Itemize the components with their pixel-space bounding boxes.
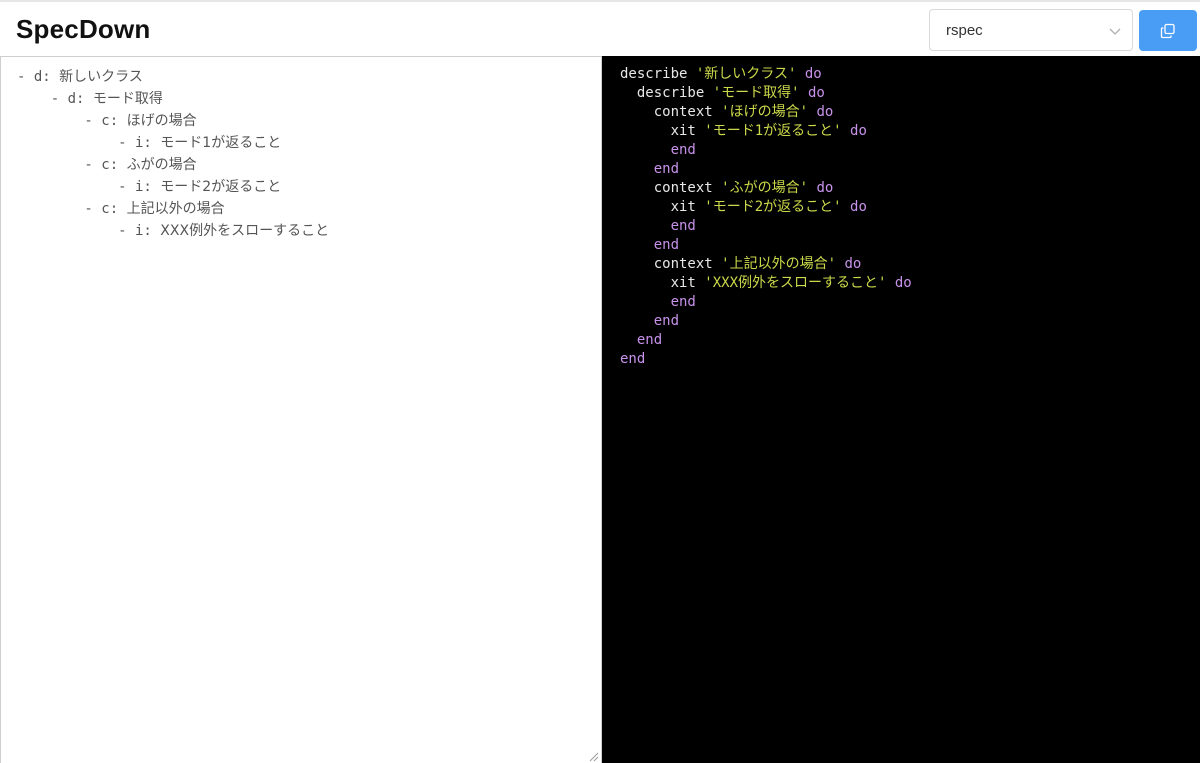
code-line: xit 'モード1が返ること' do	[620, 122, 912, 141]
code-keyword: context	[653, 180, 722, 196]
editor-line-label: モード2が返ること	[160, 179, 282, 195]
code-suffix: end	[653, 161, 680, 177]
code-line: xit 'モード2が返ること' do	[620, 198, 912, 217]
code-suffix: do	[808, 104, 834, 120]
editor-line: - i: モード2が返ること	[17, 176, 329, 198]
editor-line: - i: XXX例外をスローすること	[17, 220, 329, 242]
code-string: '上記以外の場合'	[721, 256, 837, 272]
code-line: describe '新しいクラス' do	[620, 65, 912, 84]
code-line: describe 'モード取得' do	[620, 84, 912, 103]
code-line: context 'ほげの場合' do	[620, 103, 912, 122]
code-keyword: describe	[620, 66, 696, 82]
format-select-value: rspec	[946, 22, 983, 39]
code-suffix: end	[670, 294, 696, 310]
code-string: 'モード取得'	[712, 85, 800, 101]
code-line: end	[620, 312, 912, 331]
code-suffix: do	[799, 85, 825, 101]
editor-line: - i: モード1が返ること	[17, 132, 329, 154]
chevron-down-icon	[1109, 28, 1121, 35]
code-keyword: context	[653, 256, 722, 272]
editor-line-prefix: - c:	[17, 113, 127, 129]
code-lines: describe '新しいクラス' do describe 'モード取得' do…	[620, 65, 912, 369]
code-suffix: do	[841, 123, 867, 139]
code-suffix: do	[886, 275, 912, 291]
header: SpecDown rspec	[0, 2, 1200, 56]
code-suffix: end	[670, 218, 696, 234]
editor-line: - d: モード取得	[17, 88, 329, 110]
code-line: end	[620, 217, 912, 236]
rspec-output: describe '新しいクラス' do describe 'モード取得' do…	[602, 56, 1200, 763]
format-select[interactable]: rspec	[929, 9, 1133, 51]
app-window: SpecDown rspec - d: 新しいクラス - d: モード取得 - …	[0, 0, 1200, 763]
resize-handle-icon[interactable]	[589, 752, 599, 762]
code-suffix: end	[670, 142, 696, 158]
spec-input-editor[interactable]: - d: 新しいクラス - d: モード取得 - c: ほげの場合 - i: モ…	[0, 56, 602, 763]
copy-icon	[1160, 23, 1175, 39]
code-line: context 'ふがの場合' do	[620, 179, 912, 198]
code-line: end	[620, 293, 912, 312]
editor-line-prefix: - i:	[17, 179, 161, 195]
code-line: context '上記以外の場合' do	[620, 255, 912, 274]
code-suffix: do	[796, 66, 822, 82]
code-line: end	[620, 236, 912, 255]
editor-line-prefix: - c:	[17, 157, 127, 173]
editor-line: - c: ふがの場合	[17, 154, 329, 176]
code-suffix: end	[620, 351, 646, 367]
code-line: xit 'XXX例外をスローすること' do	[620, 274, 912, 293]
code-suffix: do	[808, 180, 834, 196]
editor-line-prefix: - i:	[17, 223, 161, 239]
editor-line: - d: 新しいクラス	[17, 66, 329, 88]
code-string: 'ふがの場合'	[721, 180, 809, 196]
editor-line-prefix: - d:	[17, 91, 93, 107]
code-string: '新しいクラス'	[695, 66, 797, 82]
editor-line-label: ほげの場合	[126, 113, 197, 129]
editor-line-label: 上記以外の場合	[126, 201, 225, 217]
editor-line-label: モード取得	[92, 91, 163, 107]
code-suffix: do	[841, 199, 867, 215]
editor-line: - c: 上記以外の場合	[17, 198, 329, 220]
editor-line: - c: ほげの場合	[17, 110, 329, 132]
code-string: 'ほげの場合'	[721, 104, 809, 120]
code-suffix: do	[836, 256, 862, 272]
code-line: end	[620, 141, 912, 160]
code-keyword: xit	[670, 123, 705, 139]
code-keyword: context	[653, 104, 722, 120]
editor-line-prefix: - i:	[17, 135, 161, 151]
code-line: end	[620, 350, 912, 369]
code-keyword: xit	[670, 275, 705, 291]
code-string: 'モード2が返ること'	[704, 199, 842, 215]
editor-line-label: モード1が返ること	[160, 135, 282, 151]
editor-line-label: ふがの場合	[126, 157, 197, 173]
code-line: end	[620, 160, 912, 179]
app-title: SpecDown	[16, 14, 151, 44]
code-suffix: end	[636, 332, 663, 348]
code-keyword: describe	[636, 85, 713, 101]
editor-lines: - d: 新しいクラス - d: モード取得 - c: ほげの場合 - i: モ…	[17, 66, 329, 242]
code-string: 'XXX例外をスローすること'	[704, 275, 887, 291]
editor-line-prefix: - c:	[17, 201, 127, 217]
copy-button[interactable]	[1139, 10, 1197, 51]
editor-line-label: XXX例外をスローすること	[160, 223, 330, 239]
editor-line-prefix: - d:	[17, 69, 60, 85]
code-keyword: xit	[670, 199, 705, 215]
code-line: end	[620, 331, 912, 350]
code-string: 'モード1が返ること'	[704, 123, 842, 139]
code-suffix: end	[653, 237, 680, 253]
editor-line-label: 新しいクラス	[59, 69, 143, 85]
code-suffix: end	[653, 313, 680, 329]
